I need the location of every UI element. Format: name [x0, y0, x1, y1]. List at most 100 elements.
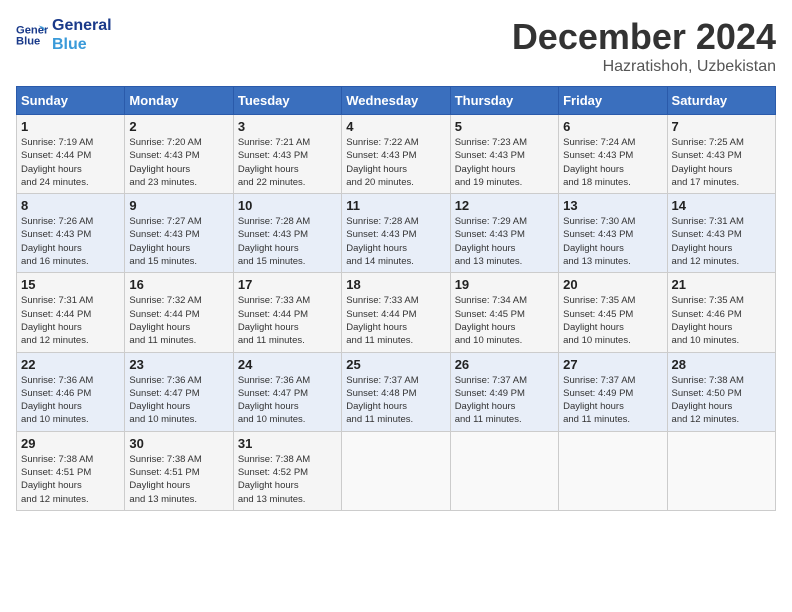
table-row: 27 Sunrise: 7:37 AM Sunset: 4:49 PM Dayl…: [559, 352, 667, 431]
table-row: 5 Sunrise: 7:23 AM Sunset: 4:43 PM Dayli…: [450, 115, 558, 194]
day-number: 4: [346, 119, 445, 134]
table-row: 11 Sunrise: 7:28 AM Sunset: 4:43 PM Dayl…: [342, 194, 450, 273]
header-friday: Friday: [559, 87, 667, 115]
day-number: 11: [346, 198, 445, 213]
table-row: 21 Sunrise: 7:35 AM Sunset: 4:46 PM Dayl…: [667, 273, 775, 352]
day-number: 17: [238, 277, 337, 292]
day-number: 31: [238, 436, 337, 451]
day-number: 16: [129, 277, 228, 292]
weekday-header-row: Sunday Monday Tuesday Wednesday Thursday…: [17, 87, 776, 115]
day-info: Sunrise: 7:36 AM Sunset: 4:46 PM Dayligh…: [21, 374, 120, 427]
table-row: 6 Sunrise: 7:24 AM Sunset: 4:43 PM Dayli…: [559, 115, 667, 194]
calendar-week-row: 15 Sunrise: 7:31 AM Sunset: 4:44 PM Dayl…: [17, 273, 776, 352]
day-number: 27: [563, 357, 662, 372]
page-header: General Blue General Blue December 2024 …: [16, 16, 776, 76]
day-info: Sunrise: 7:33 AM Sunset: 4:44 PM Dayligh…: [238, 294, 337, 347]
calendar-week-row: 29 Sunrise: 7:38 AM Sunset: 4:51 PM Dayl…: [17, 431, 776, 510]
table-row: [667, 431, 775, 510]
day-number: 15: [21, 277, 120, 292]
day-info: Sunrise: 7:38 AM Sunset: 4:51 PM Dayligh…: [129, 453, 228, 506]
table-row: 31 Sunrise: 7:38 AM Sunset: 4:52 PM Dayl…: [233, 431, 341, 510]
day-info: Sunrise: 7:31 AM Sunset: 4:44 PM Dayligh…: [21, 294, 120, 347]
day-info: Sunrise: 7:36 AM Sunset: 4:47 PM Dayligh…: [238, 374, 337, 427]
day-info: Sunrise: 7:37 AM Sunset: 4:49 PM Dayligh…: [455, 374, 554, 427]
day-info: Sunrise: 7:22 AM Sunset: 4:43 PM Dayligh…: [346, 136, 445, 189]
day-info: Sunrise: 7:20 AM Sunset: 4:43 PM Dayligh…: [129, 136, 228, 189]
calendar-week-row: 8 Sunrise: 7:26 AM Sunset: 4:43 PM Dayli…: [17, 194, 776, 273]
table-row: [342, 431, 450, 510]
table-row: 28 Sunrise: 7:38 AM Sunset: 4:50 PM Dayl…: [667, 352, 775, 431]
day-info: Sunrise: 7:33 AM Sunset: 4:44 PM Dayligh…: [346, 294, 445, 347]
table-row: 8 Sunrise: 7:26 AM Sunset: 4:43 PM Dayli…: [17, 194, 125, 273]
day-number: 6: [563, 119, 662, 134]
day-info: Sunrise: 7:38 AM Sunset: 4:52 PM Dayligh…: [238, 453, 337, 506]
table-row: 25 Sunrise: 7:37 AM Sunset: 4:48 PM Dayl…: [342, 352, 450, 431]
day-number: 14: [672, 198, 771, 213]
day-info: Sunrise: 7:24 AM Sunset: 4:43 PM Dayligh…: [563, 136, 662, 189]
day-info: Sunrise: 7:21 AM Sunset: 4:43 PM Dayligh…: [238, 136, 337, 189]
day-info: Sunrise: 7:28 AM Sunset: 4:43 PM Dayligh…: [346, 215, 445, 268]
month-title: December 2024: [512, 16, 776, 58]
day-info: Sunrise: 7:38 AM Sunset: 4:50 PM Dayligh…: [672, 374, 771, 427]
title-block: December 2024 Hazratishoh, Uzbekistan: [512, 16, 776, 76]
day-number: 23: [129, 357, 228, 372]
table-row: 24 Sunrise: 7:36 AM Sunset: 4:47 PM Dayl…: [233, 352, 341, 431]
logo-line1: General: [52, 16, 112, 35]
table-row: 26 Sunrise: 7:37 AM Sunset: 4:49 PM Dayl…: [450, 352, 558, 431]
header-thursday: Thursday: [450, 87, 558, 115]
day-number: 9: [129, 198, 228, 213]
table-row: 14 Sunrise: 7:31 AM Sunset: 4:43 PM Dayl…: [667, 194, 775, 273]
day-info: Sunrise: 7:34 AM Sunset: 4:45 PM Dayligh…: [455, 294, 554, 347]
table-row: 30 Sunrise: 7:38 AM Sunset: 4:51 PM Dayl…: [125, 431, 233, 510]
day-info: Sunrise: 7:29 AM Sunset: 4:43 PM Dayligh…: [455, 215, 554, 268]
day-info: Sunrise: 7:28 AM Sunset: 4:43 PM Dayligh…: [238, 215, 337, 268]
table-row: 3 Sunrise: 7:21 AM Sunset: 4:43 PM Dayli…: [233, 115, 341, 194]
table-row: 19 Sunrise: 7:34 AM Sunset: 4:45 PM Dayl…: [450, 273, 558, 352]
day-info: Sunrise: 7:23 AM Sunset: 4:43 PM Dayligh…: [455, 136, 554, 189]
header-tuesday: Tuesday: [233, 87, 341, 115]
day-number: 13: [563, 198, 662, 213]
calendar-week-row: 22 Sunrise: 7:36 AM Sunset: 4:46 PM Dayl…: [17, 352, 776, 431]
table-row: [450, 431, 558, 510]
header-monday: Monday: [125, 87, 233, 115]
header-sunday: Sunday: [17, 87, 125, 115]
table-row: 9 Sunrise: 7:27 AM Sunset: 4:43 PM Dayli…: [125, 194, 233, 273]
day-info: Sunrise: 7:37 AM Sunset: 4:49 PM Dayligh…: [563, 374, 662, 427]
table-row: 17 Sunrise: 7:33 AM Sunset: 4:44 PM Dayl…: [233, 273, 341, 352]
table-row: 18 Sunrise: 7:33 AM Sunset: 4:44 PM Dayl…: [342, 273, 450, 352]
day-info: Sunrise: 7:36 AM Sunset: 4:47 PM Dayligh…: [129, 374, 228, 427]
day-number: 24: [238, 357, 337, 372]
table-row: 7 Sunrise: 7:25 AM Sunset: 4:43 PM Dayli…: [667, 115, 775, 194]
day-number: 18: [346, 277, 445, 292]
calendar-week-row: 1 Sunrise: 7:19 AM Sunset: 4:44 PM Dayli…: [17, 115, 776, 194]
day-info: Sunrise: 7:31 AM Sunset: 4:43 PM Dayligh…: [672, 215, 771, 268]
table-row: 16 Sunrise: 7:32 AM Sunset: 4:44 PM Dayl…: [125, 273, 233, 352]
day-number: 20: [563, 277, 662, 292]
day-number: 30: [129, 436, 228, 451]
table-row: 4 Sunrise: 7:22 AM Sunset: 4:43 PM Dayli…: [342, 115, 450, 194]
day-number: 12: [455, 198, 554, 213]
svg-text:Blue: Blue: [16, 36, 40, 48]
logo-icon: General Blue: [16, 19, 48, 51]
day-info: Sunrise: 7:35 AM Sunset: 4:45 PM Dayligh…: [563, 294, 662, 347]
day-number: 25: [346, 357, 445, 372]
day-info: Sunrise: 7:38 AM Sunset: 4:51 PM Dayligh…: [21, 453, 120, 506]
day-info: Sunrise: 7:19 AM Sunset: 4:44 PM Dayligh…: [21, 136, 120, 189]
logo-line2: Blue: [52, 35, 112, 54]
day-number: 29: [21, 436, 120, 451]
day-number: 21: [672, 277, 771, 292]
day-info: Sunrise: 7:32 AM Sunset: 4:44 PM Dayligh…: [129, 294, 228, 347]
location-title: Hazratishoh, Uzbekistan: [512, 58, 776, 76]
day-number: 8: [21, 198, 120, 213]
table-row: 23 Sunrise: 7:36 AM Sunset: 4:47 PM Dayl…: [125, 352, 233, 431]
day-number: 19: [455, 277, 554, 292]
day-number: 22: [21, 357, 120, 372]
table-row: 2 Sunrise: 7:20 AM Sunset: 4:43 PM Dayli…: [125, 115, 233, 194]
day-number: 7: [672, 119, 771, 134]
day-number: 10: [238, 198, 337, 213]
day-number: 5: [455, 119, 554, 134]
logo: General Blue General Blue: [16, 16, 112, 54]
table-row: [559, 431, 667, 510]
day-number: 28: [672, 357, 771, 372]
day-number: 2: [129, 119, 228, 134]
